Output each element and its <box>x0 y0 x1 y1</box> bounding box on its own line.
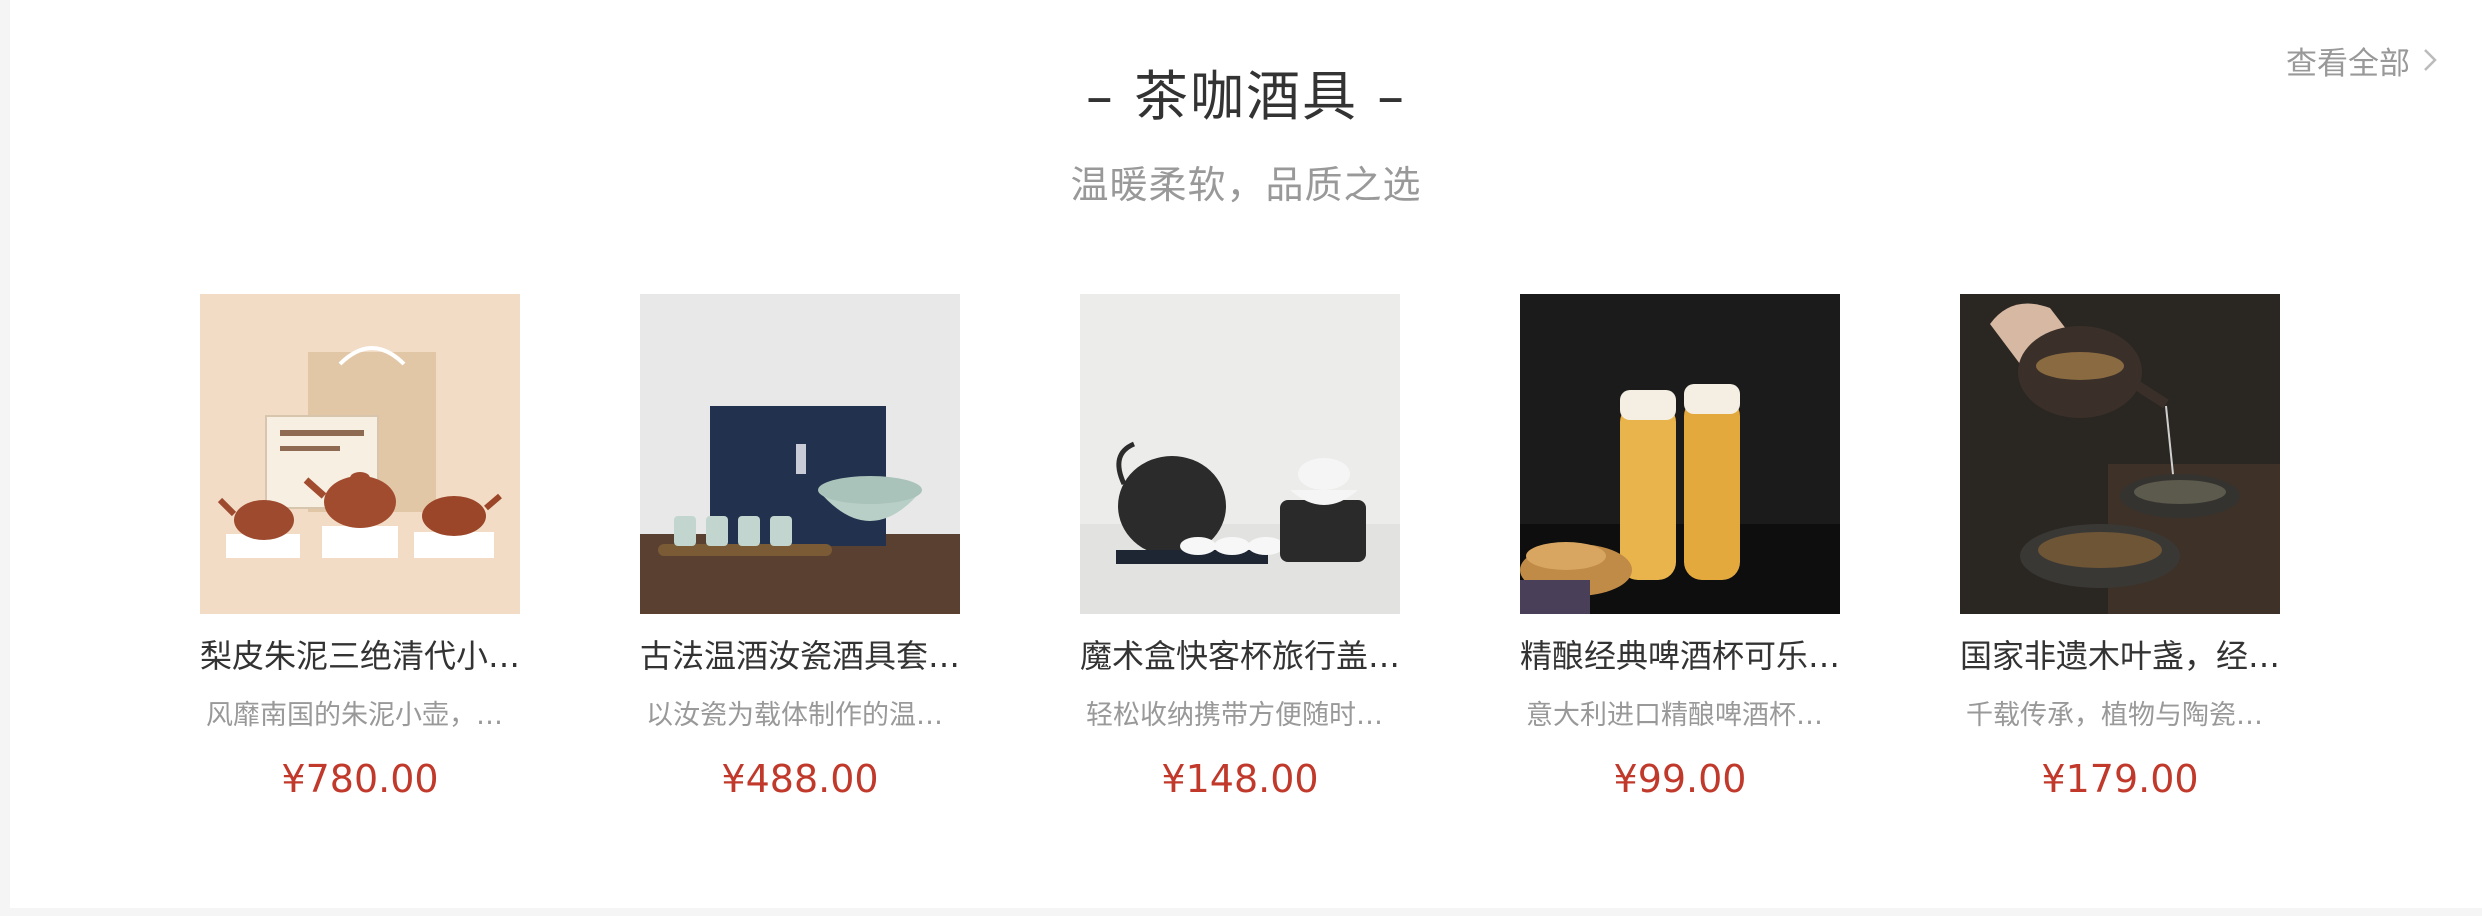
product-desc: 意大利进口精酿啤酒杯… <box>1526 700 1823 731</box>
product-desc: 风靡南国的朱泥小壶，… <box>206 700 503 731</box>
beer-glass-image[interactable] <box>1520 294 1840 614</box>
leaf-tea-bowl-image[interactable] <box>1960 294 2280 614</box>
product-price: ¥780.00 <box>281 757 439 801</box>
product-price: ¥148.00 <box>1161 757 1319 801</box>
product-card[interactable]: 精酿经典啤酒杯可乐… 意大利进口精酿啤酒杯… ¥99.00 <box>1520 294 1840 834</box>
chevron-right-icon <box>2420 38 2444 82</box>
category-section: – 茶咖酒具 – 温暖柔软，品质之选 查看全部 梨皮朱泥三绝清代小… 风靡南国的… <box>10 0 2482 908</box>
view-all-label: 查看全部 <box>2286 45 2410 82</box>
section-title: – 茶咖酒具 – <box>1085 65 1407 128</box>
product-card[interactable]: 古法温酒汝瓷酒具套… 以汝瓷为载体制作的温… ¥488.00 <box>640 294 960 834</box>
section-subtitle: 温暖柔软，品质之选 <box>1070 163 1422 207</box>
ru-porcelain-wine-set-image[interactable] <box>640 294 960 614</box>
product-desc: 千载传承，植物与陶瓷… <box>1966 700 2263 731</box>
product-price: ¥179.00 <box>2041 757 2199 801</box>
teapot-set-image[interactable] <box>200 294 520 614</box>
product-name[interactable]: 梨皮朱泥三绝清代小… <box>200 634 520 678</box>
product-grid: 梨皮朱泥三绝清代小… 风靡南国的朱泥小壶，… ¥780.00 古法温酒汝瓷酒具套… <box>10 294 2482 834</box>
product-desc: 轻松收纳携带方便随时… <box>1086 700 1383 731</box>
product-price: ¥99.00 <box>1613 757 1747 801</box>
product-name[interactable]: 国家非遗木叶盏，经… <box>1960 634 2280 678</box>
view-all-link[interactable]: 查看全部 <box>2286 38 2444 82</box>
product-desc: 以汝瓷为载体制作的温… <box>646 700 943 731</box>
product-name[interactable]: 古法温酒汝瓷酒具套… <box>640 634 960 678</box>
product-card[interactable]: 魔术盒快客杯旅行盖… 轻松收纳携带方便随时… ¥148.00 <box>1080 294 1400 834</box>
product-card[interactable]: 国家非遗木叶盏，经… 千载传承，植物与陶瓷… ¥179.00 <box>1960 294 2280 834</box>
travel-tea-set-image[interactable] <box>1080 294 1400 614</box>
product-name[interactable]: 魔术盒快客杯旅行盖… <box>1080 634 1400 678</box>
product-price: ¥488.00 <box>721 757 879 801</box>
product-name[interactable]: 精酿经典啤酒杯可乐… <box>1520 634 1840 678</box>
product-card[interactable]: 梨皮朱泥三绝清代小… 风靡南国的朱泥小壶，… ¥780.00 <box>200 294 520 834</box>
